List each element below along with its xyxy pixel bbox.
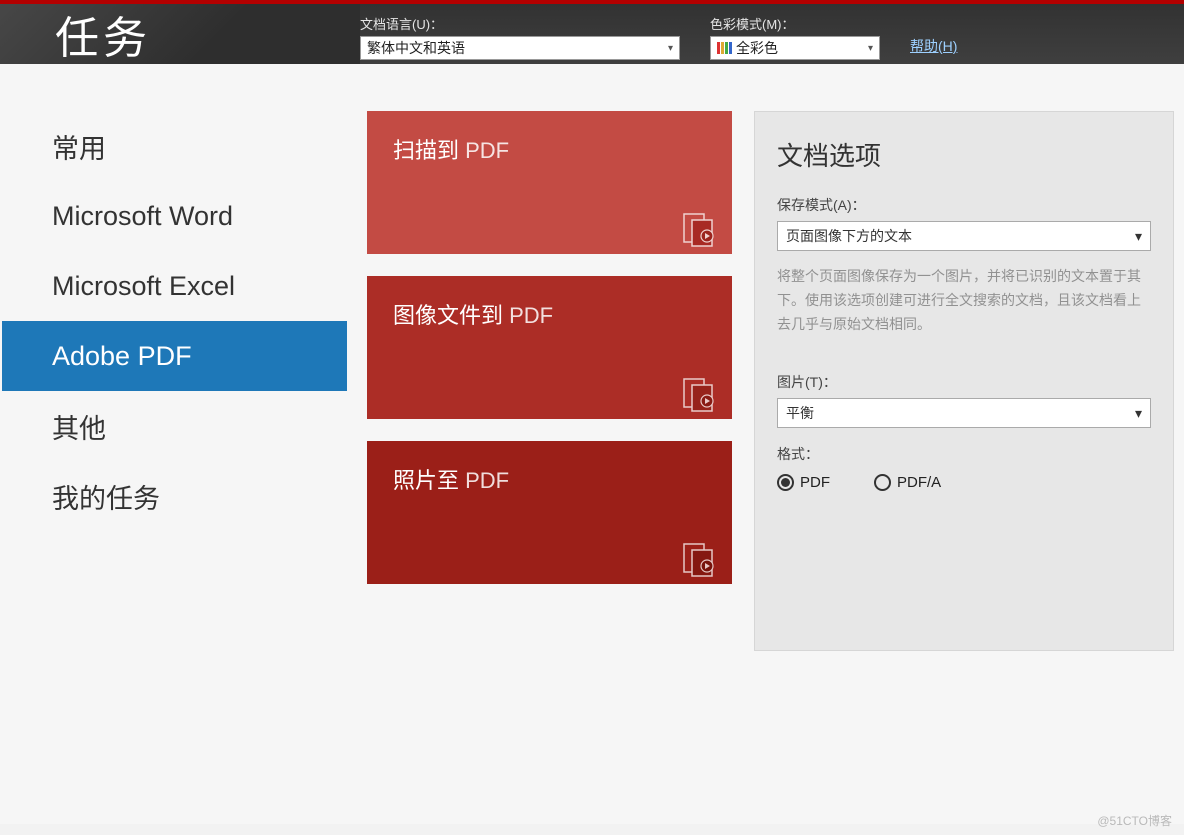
- watermark-text: @51CTO博客: [1097, 812, 1172, 829]
- pdf-doc-icon: [680, 212, 724, 248]
- card-label: 照片至 PDF: [393, 468, 509, 493]
- sidebar-item-label: 其他: [52, 407, 106, 446]
- language-dropdown[interactable]: 繁体中文和英语 ▾: [360, 36, 680, 60]
- color-mode-label: 色彩模式(M)：: [710, 14, 880, 33]
- sidebar-item-other[interactable]: 其他: [2, 391, 347, 461]
- sidebar-item-label: Microsoft Word: [52, 201, 233, 232]
- language-field: 文档语言(U)： 繁体中文和英语 ▾: [360, 4, 680, 64]
- image-quality-select[interactable]: 平衡 ▾: [777, 398, 1151, 428]
- radio-pdfa-label: PDF/A: [897, 474, 941, 491]
- top-bar: 任务 文档语言(U)： 繁体中文和英语 ▾ 色彩模式(M)： 全彩色 ▾ 帮助(…: [0, 0, 1184, 64]
- sidebar-item-common[interactable]: 常用: [2, 111, 347, 181]
- sidebar-item-word[interactable]: Microsoft Word: [2, 181, 347, 251]
- language-label: 文档语言(U)：: [360, 14, 680, 33]
- color-mode-dropdown[interactable]: 全彩色 ▾: [710, 36, 880, 60]
- card-column: 扫描到 PDF 图像文件到 PDF 照片至 PDF: [347, 66, 732, 814]
- radio-pdfa[interactable]: PDF/A: [874, 474, 941, 491]
- card-label: 图像文件到 PDF: [393, 303, 553, 328]
- options-title: 文档选项: [777, 136, 1151, 173]
- save-mode-description: 将整个页面图像保存为一个图片，并将已识别的文本置于其下。使用该选项创建可进行全文…: [777, 265, 1151, 336]
- palette-icon: [717, 42, 732, 54]
- app-title: 任务: [55, 2, 151, 66]
- save-mode-select[interactable]: 页面图像下方的文本 ▾: [777, 221, 1151, 251]
- language-value: 繁体中文和英语: [367, 38, 465, 58]
- sidebar-item-label: Microsoft Excel: [52, 271, 235, 302]
- save-mode-value: 页面图像下方的文本: [786, 226, 912, 246]
- radio-pdf-label: PDF: [800, 474, 830, 491]
- format-radio-group: PDF PDF/A: [777, 474, 1151, 491]
- options-panel: 文档选项 保存模式(A)： 页面图像下方的文本 ▾ 将整个页面图像保存为一个图片…: [754, 111, 1174, 651]
- pdf-doc-icon: [680, 542, 724, 578]
- chevron-down-icon: ▾: [1135, 228, 1142, 245]
- color-mode-field: 色彩模式(M)： 全彩色 ▾: [710, 4, 880, 64]
- sidebar-item-label: 我的任务: [52, 477, 160, 516]
- sidebar-item-label: 常用: [52, 127, 106, 166]
- radio-unselected-icon: [874, 474, 891, 491]
- card-photo-to-pdf[interactable]: 照片至 PDF: [367, 441, 732, 584]
- sidebar-item-excel[interactable]: Microsoft Excel: [2, 251, 347, 321]
- pdf-doc-icon: [680, 377, 724, 413]
- radio-pdf[interactable]: PDF: [777, 474, 830, 491]
- color-mode-value-wrap: 全彩色: [717, 38, 778, 58]
- card-scan-to-pdf[interactable]: 扫描到 PDF: [367, 111, 732, 254]
- save-mode-label: 保存模式(A)：: [777, 195, 1151, 215]
- format-label: 格式：: [777, 444, 1151, 464]
- chevron-down-icon: ▾: [1135, 405, 1142, 422]
- chevron-down-icon: ▾: [668, 43, 673, 54]
- title-container: 任务: [0, 4, 360, 64]
- sidebar-item-label: Adobe PDF: [52, 341, 192, 372]
- sidebar-item-mytasks[interactable]: 我的任务: [2, 461, 347, 531]
- sidebar-item-pdf[interactable]: Adobe PDF: [2, 321, 347, 391]
- radio-selected-icon: [777, 474, 794, 491]
- chevron-down-icon: ▾: [868, 43, 873, 54]
- color-mode-value: 全彩色: [736, 38, 778, 58]
- main-area: 常用 Microsoft Word Microsoft Excel Adobe …: [0, 64, 1184, 824]
- image-quality-label: 图片(T)：: [777, 372, 1151, 392]
- card-label: 扫描到 PDF: [393, 138, 509, 163]
- card-image-to-pdf[interactable]: 图像文件到 PDF: [367, 276, 732, 419]
- sidebar: 常用 Microsoft Word Microsoft Excel Adobe …: [2, 66, 347, 814]
- help-link[interactable]: 帮助(H): [910, 36, 957, 64]
- image-quality-value: 平衡: [786, 403, 814, 423]
